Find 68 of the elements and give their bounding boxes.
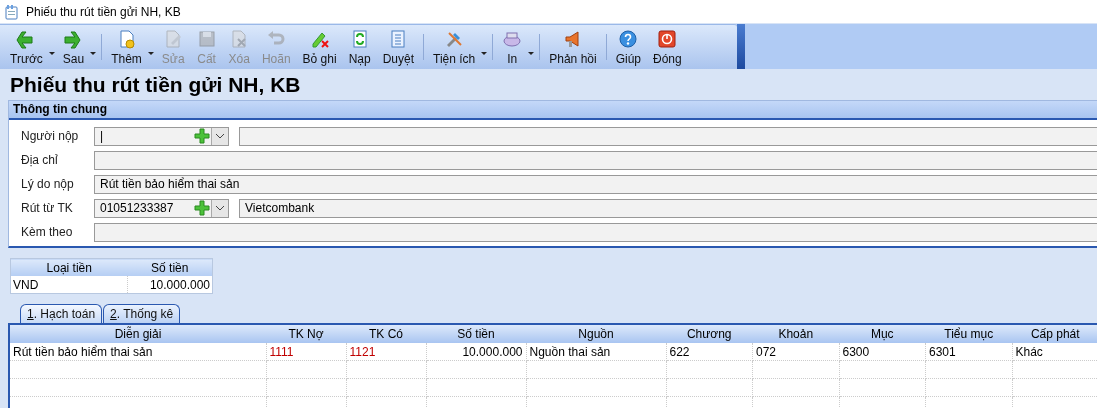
field-label: Địa chỉ — [20, 153, 59, 167]
table-cell: 1121 — [346, 343, 426, 361]
column-header: Khoản — [752, 325, 839, 343]
field-label: Người nộp — [20, 129, 80, 143]
combo-field[interactable]: 01051233387 — [94, 198, 229, 218]
toolbar-button[interactable]: Trước — [4, 25, 49, 69]
table-cell: 622 — [666, 343, 753, 361]
add-icon[interactable] — [193, 199, 211, 217]
column-header: Diễn giải — [10, 325, 266, 343]
dropdown-arrow-icon[interactable] — [48, 51, 55, 55]
column-header: TK Có — [346, 325, 426, 343]
save-icon — [196, 28, 217, 49]
table-cell: 10.000.000 — [127, 276, 213, 294]
text-field[interactable]: Rút tiền bảo hiểm thai sản — [94, 174, 1097, 194]
column-header: Chương — [666, 325, 753, 343]
toolbar-button[interactable]: Tiện ích — [427, 25, 482, 69]
toolbar-button[interactable]: Phản hồi — [543, 25, 603, 69]
toolbar-button[interactable]: In — [496, 25, 529, 69]
dropdown-arrow-icon[interactable] — [147, 51, 154, 55]
tab[interactable]: 2. Thống kê — [103, 304, 181, 323]
table-cell: 1111 — [266, 343, 346, 361]
column-header: Loại tiền — [10, 258, 128, 276]
toolbar-button[interactable]: Nạp — [342, 25, 377, 69]
dropdown-arrow-icon[interactable] — [90, 51, 97, 55]
toolbar-button[interactable]: Duyệt — [376, 25, 420, 69]
table-cell: Nguồn thai sản — [526, 343, 666, 361]
toolbar-button[interactable]: Giúp — [609, 25, 647, 69]
combo-field[interactable]: | — [94, 126, 229, 146]
column-header: Tiểu mục — [925, 325, 1012, 343]
column-header: TK Nợ — [266, 325, 346, 343]
table-cell: Rút tiền bảo hiểm thai sản — [10, 343, 266, 361]
chevron-icon — [215, 205, 225, 211]
text-field[interactable]: Vietcombank — [239, 198, 1097, 218]
edit-document-icon — [163, 28, 184, 49]
help-icon — [618, 28, 639, 49]
dropdown-button[interactable] — [211, 127, 228, 145]
column-header: Nguồn — [526, 325, 666, 343]
table-cell: 072 — [752, 343, 839, 361]
toolbar-button[interactable]: Sau — [56, 25, 91, 69]
text-field[interactable] — [94, 150, 1097, 170]
power-icon — [657, 28, 678, 49]
field-label: Kèm theo — [20, 225, 74, 239]
table-cell: VND — [10, 276, 128, 294]
field-label: Lý do nộp — [20, 177, 75, 191]
text-field[interactable] — [94, 222, 1097, 242]
dropdown-button[interactable] — [211, 199, 228, 217]
dropdown-arrow-icon[interactable] — [481, 51, 488, 55]
chevron-icon — [215, 133, 225, 139]
toolbar-button[interactable]: Đóng — [647, 25, 688, 69]
column-header: Số tiền — [127, 258, 213, 276]
table-cell: 6301 — [925, 343, 1012, 361]
app-icon — [4, 3, 20, 20]
table-cell: 10.000.000 — [426, 343, 526, 361]
table-cell: 6300 — [839, 343, 926, 361]
dropdown-arrow-icon[interactable] — [528, 51, 535, 55]
text-field[interactable] — [239, 126, 1097, 146]
column-header: Cấp phát — [1012, 325, 1097, 343]
field-label: Rút từ TK — [20, 201, 74, 215]
panel-title: Thông tin chung — [9, 101, 1097, 120]
page-heading: Phiếu thu rút tiền gửi NH, KB — [9, 72, 302, 98]
column-header: Mục — [839, 325, 926, 343]
window-title: Phiếu thu rút tiền gửi NH, KB — [26, 4, 181, 19]
toolbar-button[interactable]: Bỏ ghi — [296, 25, 343, 69]
column-header: Số tiền — [426, 325, 526, 343]
add-icon[interactable] — [193, 127, 211, 145]
tab[interactable]: 1. Hạch toán — [20, 304, 103, 323]
toolbar-button[interactable]: Thêm — [105, 25, 148, 69]
table-cell: Khác — [1012, 343, 1097, 361]
